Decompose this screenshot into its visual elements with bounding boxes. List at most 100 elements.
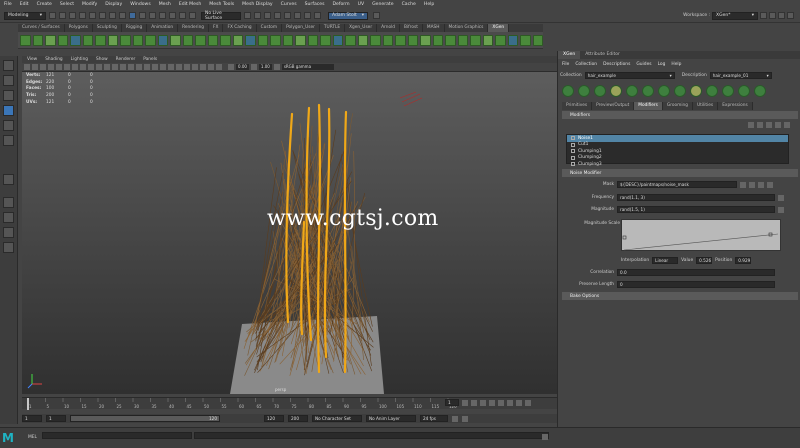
wireframe-on-shaded-icon[interactable]	[136, 64, 142, 70]
place-guide-icon[interactable]	[82, 34, 93, 46]
viewport-menu-show[interactable]: Show	[96, 57, 108, 62]
exposure-field[interactable]: 0.00	[236, 64, 249, 70]
create-description-icon[interactable]	[562, 85, 574, 97]
gate-mask-icon[interactable]	[80, 64, 86, 70]
undo-icon[interactable]	[79, 12, 86, 19]
snap-plane-icon[interactable]	[169, 12, 176, 19]
region-tool-icon[interactable]	[282, 34, 293, 46]
xgen-menu-file[interactable]: File	[562, 62, 569, 67]
current-frame-field[interactable]: 1	[445, 399, 459, 406]
shelf-tab[interactable]: Rendering	[178, 24, 210, 32]
render-preview-icon[interactable]	[432, 34, 443, 46]
shelf-tab[interactable]: Polygon_User	[282, 24, 320, 32]
menu-create[interactable]: Create	[37, 2, 52, 7]
cache-tool-icon[interactable]	[495, 34, 506, 46]
use-all-lights-icon[interactable]	[152, 64, 158, 70]
move-tool-icon[interactable]	[3, 105, 14, 116]
select-camera-icon[interactable]	[24, 64, 30, 70]
mask-paint-icon[interactable]	[758, 181, 764, 188]
xgen-subtab[interactable]: Expressions	[718, 102, 753, 110]
search-icon[interactable]	[373, 12, 380, 19]
image-plane-icon[interactable]	[48, 64, 54, 70]
noise-modifier-section-header[interactable]: Noise Modifier	[562, 169, 798, 177]
length-tool-icon[interactable]	[182, 34, 193, 46]
add-guide-icon[interactable]	[45, 34, 56, 46]
menu-file[interactable]: File	[4, 2, 12, 7]
four-pane-layout-icon[interactable]	[3, 212, 14, 223]
snap-curve-icon[interactable]	[149, 12, 156, 19]
preview-settings-icon[interactable]	[420, 34, 431, 46]
density-tool-icon[interactable]	[245, 34, 256, 46]
start-time-field[interactable]: 1	[22, 415, 42, 422]
guide-length-icon[interactable]	[642, 85, 654, 97]
xgen-subtab[interactable]: Modifiers	[634, 102, 663, 110]
shelf-tab[interactable]: Arnold	[377, 24, 400, 32]
sidebar-icon[interactable]	[314, 12, 321, 19]
scale-tool-icon[interactable]	[3, 135, 14, 146]
end-time-field[interactable]: 200	[288, 415, 308, 422]
field-chart-icon[interactable]	[88, 64, 94, 70]
outliner-layout-icon[interactable]	[3, 242, 14, 253]
shelf-tab[interactable]: Animation	[147, 24, 179, 32]
step-back-icon[interactable]	[471, 399, 477, 406]
modifier-help-icon[interactable]	[784, 122, 790, 128]
modifier-enable-checkbox[interactable]	[571, 149, 575, 154]
mask-field[interactable]: ${DESC}/paintmaps/noise_mask	[617, 181, 737, 188]
xgen-menu-guides[interactable]: Guides	[636, 62, 651, 67]
menu-mesh-display[interactable]: Mesh Display	[242, 2, 273, 7]
sculpt-guide-icon[interactable]	[626, 85, 638, 97]
modifier-enable-checkbox[interactable]	[571, 136, 575, 141]
anim-layer-select[interactable]: No Anim Layer	[366, 415, 416, 422]
twist-tool-icon[interactable]	[307, 34, 318, 46]
modifier-enable-checkbox[interactable]	[571, 162, 575, 167]
xray-joints-icon[interactable]	[208, 64, 214, 70]
viewport-menu-renderer[interactable]: Renderer	[116, 57, 136, 62]
paint-select-tool-icon[interactable]	[3, 90, 14, 101]
rebuild-guide-icon[interactable]	[674, 85, 686, 97]
bake-options-section-header[interactable]: Bake Options	[562, 292, 798, 300]
current-time-marker[interactable]	[27, 398, 29, 410]
select-object-icon[interactable]	[109, 12, 116, 19]
convert-groom-icon[interactable]	[370, 34, 381, 46]
description-tool-icon[interactable]	[470, 34, 481, 46]
menu-surfaces[interactable]: Surfaces	[305, 2, 325, 7]
menu-select[interactable]: Select	[60, 2, 74, 7]
rotate-tool-icon[interactable]	[3, 120, 14, 131]
viewport-menu-view[interactable]: View	[27, 57, 37, 62]
modifier-enable-checkbox[interactable]	[571, 142, 575, 147]
select-component-icon[interactable]	[119, 12, 126, 19]
correlation-field[interactable]: 0.0	[617, 269, 775, 276]
mask-folder-icon[interactable]	[749, 181, 755, 188]
menu-deform[interactable]: Deform	[333, 2, 350, 7]
shelf-tab[interactable]: Custom	[257, 24, 283, 32]
isolate-select-icon[interactable]	[192, 64, 198, 70]
make-live-icon[interactable]	[189, 12, 196, 19]
lasso-tool-icon[interactable]	[3, 75, 14, 86]
bookmark-icon[interactable]	[40, 64, 46, 70]
camera-icon[interactable]	[304, 12, 311, 19]
step-forward-key-icon[interactable]	[507, 399, 513, 406]
xray-components-icon[interactable]	[216, 64, 222, 70]
two-pane-layout-icon[interactable]	[3, 227, 14, 238]
delete-modifier-icon[interactable]	[775, 122, 781, 128]
shelf-tab[interactable]: Motion Graphics	[445, 24, 489, 32]
shelf-tab[interactable]: Polygons	[65, 24, 93, 32]
library-icon[interactable]	[407, 34, 418, 46]
add-guide-icon[interactable]	[578, 85, 590, 97]
render-frame-icon[interactable]	[254, 12, 261, 19]
move-down-icon[interactable]	[766, 122, 772, 128]
layout-icon[interactable]	[760, 12, 767, 19]
step-back-key-icon[interactable]	[480, 399, 486, 406]
panel-tab[interactable]: Attribute Editor	[580, 51, 625, 59]
select-tool-icon[interactable]	[270, 34, 281, 46]
xgen-menu-descriptions[interactable]: Descriptions	[603, 62, 630, 67]
menu-edit-mesh[interactable]: Edit Mesh	[179, 2, 201, 7]
refresh-preview-icon[interactable]	[610, 85, 622, 97]
play-forward-icon[interactable]	[498, 399, 504, 406]
magnitude-expression-icon[interactable]	[778, 206, 784, 213]
collection-tool-icon[interactable]	[457, 34, 468, 46]
gamma-icon[interactable]	[250, 64, 257, 70]
part-tool-icon[interactable]	[220, 34, 231, 46]
select-guide-icon[interactable]	[57, 34, 68, 46]
shelf-tab[interactable]: MASH	[423, 24, 445, 32]
